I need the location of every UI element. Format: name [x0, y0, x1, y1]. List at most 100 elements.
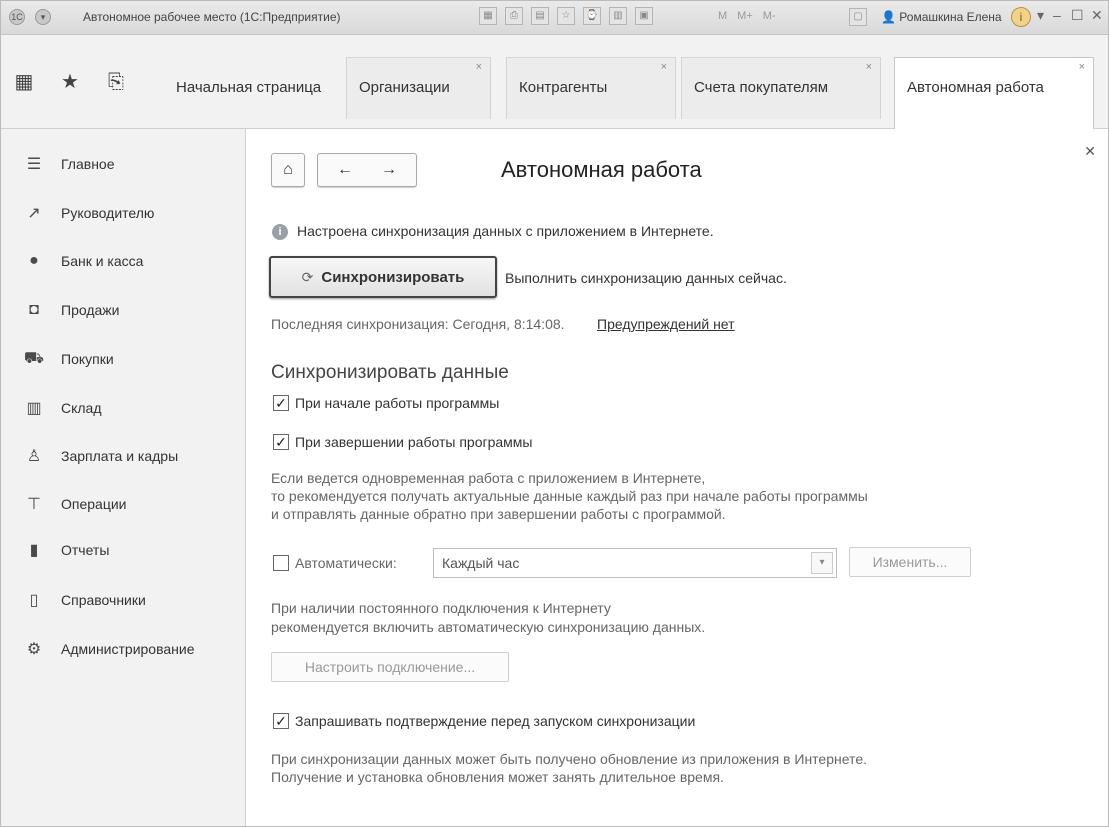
person-icon: ♙	[26, 448, 42, 465]
cart-icon: ⛟	[23, 350, 45, 367]
sync-on-exit-label[interactable]: При завершении работы программы	[295, 434, 532, 450]
sync-status-text: Настроена синхронизация данных с приложе…	[297, 223, 714, 239]
apps-grid-icon[interactable]: ▦	[1, 55, 47, 109]
tab-close-icon[interactable]: ×	[661, 61, 667, 73]
maximize-icon[interactable]: ☐	[1071, 7, 1084, 24]
calculator-icon[interactable]: ▥	[609, 7, 627, 25]
forward-icon[interactable]: →	[367, 154, 411, 186]
app-window: 1C ▾ Автономное рабочее место (1С:Предпр…	[0, 0, 1109, 827]
sync-on-exit-checkbox[interactable]: ✓	[273, 434, 289, 450]
preview-icon[interactable]: ▤	[531, 7, 549, 25]
sync-on-start-label[interactable]: При начале работы программы	[295, 395, 499, 411]
note-line: Если ведется одновременная работа с прил…	[271, 470, 706, 486]
sidebar-item-label: Склад	[61, 400, 102, 416]
sidebar-item-bank[interactable]: ● Банк и касса	[1, 246, 246, 276]
sidebar-item-main[interactable]: ☰ Главное	[1, 149, 246, 179]
sidebar-item-label: Администрирование	[61, 641, 195, 657]
setup-connection-button[interactable]: Настроить подключение...	[271, 652, 509, 682]
sidebar-item-label: Покупки	[61, 351, 114, 367]
home-button[interactable]: ⌂	[271, 153, 305, 187]
book-icon: ▯	[29, 592, 39, 609]
tab-organizations[interactable]: Организации ×	[346, 57, 491, 119]
main-panel: ✕ ⌂ ← → Автономная работа i Настроена син…	[247, 129, 1108, 826]
sidebar-item-purchases[interactable]: ⛟ Покупки	[1, 344, 246, 374]
window-mode-icon[interactable]: ▢	[849, 8, 867, 26]
close-window-icon[interactable]: ✕	[1091, 7, 1103, 24]
sidebar-item-sales[interactable]: ◘ Продажи	[1, 295, 246, 325]
gear-icon: ⚙	[26, 641, 42, 658]
auto-sync-interval-select[interactable]: Каждый час	[433, 548, 837, 578]
dropdown-icon[interactable]: ▾	[1037, 7, 1044, 24]
memory-button[interactable]: M	[718, 10, 727, 22]
tab-label: Автономная работа	[907, 79, 1044, 96]
info-icon[interactable]: i	[1011, 7, 1031, 27]
calendar-icon[interactable]: ▣	[635, 7, 653, 25]
minimize-icon[interactable]: –	[1053, 7, 1061, 23]
change-schedule-button[interactable]: Изменить...	[849, 547, 971, 577]
select-value: Каждый час	[442, 555, 520, 571]
tab-label: Контрагенты	[519, 79, 608, 96]
user-name[interactable]: 👤 Ромашкина Елена	[881, 10, 1002, 24]
sidebar-item-manager[interactable]: ↗ Руководителю	[1, 198, 246, 228]
sidebar-item-reports[interactable]: ▮ Отчеты	[1, 535, 246, 565]
star-icon[interactable]: ★	[47, 55, 93, 109]
tab-contractors[interactable]: Контрагенты ×	[506, 57, 676, 119]
tab-close-icon[interactable]: ×	[1079, 61, 1085, 73]
sidebar-item-warehouse[interactable]: ▥ Склад	[1, 393, 246, 423]
sidebar-item-salary[interactable]: ♙ Зарплата и кадры	[1, 441, 246, 471]
confirm-sync-checkbox[interactable]: ✓	[273, 713, 289, 729]
info-icon: i	[272, 224, 288, 240]
sidebar-item-administration[interactable]: ⚙ Администрирование	[1, 634, 246, 664]
close-form-icon[interactable]: ✕	[1084, 143, 1096, 160]
tab-bar-icons: ▦ ★ ⎘	[1, 55, 139, 109]
memory-minus-button[interactable]: M-	[763, 10, 776, 22]
sidebar-item-label: Главное	[61, 156, 115, 172]
sync-button[interactable]: ⟳ Синхронизировать	[269, 256, 497, 298]
history-icon[interactable]: ⌚	[583, 7, 601, 25]
sidebar-item-label: Отчеты	[61, 542, 110, 558]
back-icon[interactable]: ←	[323, 154, 367, 186]
sidebar-item-label: Банк и касса	[61, 253, 144, 269]
tab-close-icon[interactable]: ×	[866, 61, 872, 73]
memory-plus-button[interactable]: M+	[737, 10, 753, 22]
tab-autonomous-work[interactable]: Автономная работа ×	[894, 57, 1094, 129]
chart-line-icon: ↗	[27, 205, 41, 222]
menu-icon: ☰	[26, 156, 42, 173]
tab-label: Организации	[359, 79, 450, 96]
coin-icon: ●	[29, 252, 39, 269]
history-nav: ← →	[317, 153, 417, 187]
tab-label: Счета покупателям	[694, 79, 829, 96]
tab-home-label: Начальная страница	[176, 79, 322, 96]
tab-invoices[interactable]: Счета покупателям ×	[681, 57, 881, 119]
user-icon: 👤	[881, 10, 896, 24]
chevron-down-icon[interactable]: ▾	[811, 552, 833, 574]
sync-hint-text: Выполнить синхронизацию данных сейчас.	[505, 270, 787, 286]
refresh-icon: ⟳	[301, 268, 314, 285]
print-icon[interactable]: ⎙	[505, 7, 523, 25]
tab-home[interactable]: Начальная страница	[164, 57, 342, 119]
auto-sync-label[interactable]: Автоматически:	[295, 555, 397, 571]
tab-close-icon[interactable]: ×	[476, 61, 482, 73]
sidebar-item-label: Продажи	[61, 302, 120, 318]
memory-tools: M M+ M-	[718, 10, 776, 22]
confirm-sync-label[interactable]: Запрашивать подтверждение перед запуском…	[295, 713, 695, 729]
home-icon: ⌂	[283, 161, 293, 178]
history-icon[interactable]: ⎘	[93, 55, 139, 109]
sidebar: ☰ Главное ↗ Руководителю ● Банк и касса …	[1, 129, 246, 826]
note-line: При синхронизации данных может быть полу…	[271, 751, 867, 767]
note-line: и отправлять данные обратно при завершен…	[271, 506, 726, 522]
favorites-icon[interactable]: ☆	[557, 7, 575, 25]
user-name-label: Ромашкина Елена	[899, 10, 1002, 24]
sync-on-start-checkbox[interactable]: ✓	[273, 395, 289, 411]
sidebar-item-label: Зарплата и кадры	[61, 448, 179, 464]
warnings-link[interactable]: Предупреждений нет	[597, 316, 735, 332]
sidebar-item-references[interactable]: ▯ Справочники	[1, 585, 246, 615]
sidebar-item-operations[interactable]: ⊤ Операции	[1, 489, 246, 519]
auto-sync-checkbox[interactable]	[273, 555, 289, 571]
shopping-bag-icon: ◘	[29, 301, 39, 318]
main-menu-icon[interactable]: ▾	[35, 9, 51, 25]
save-icon[interactable]: ▦	[479, 7, 497, 25]
app-logo-icon: 1C	[9, 9, 25, 25]
setup-button-label: Настроить подключение...	[304, 659, 476, 675]
note-line: рекомендуется включить автоматическую си…	[271, 619, 706, 635]
